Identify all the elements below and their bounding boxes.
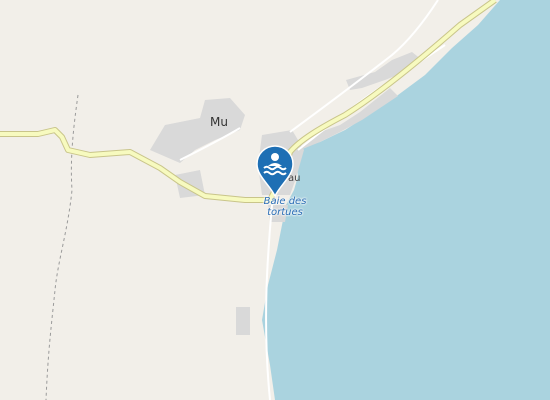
map-pin-icon — [256, 145, 294, 198]
beach-marker[interactable] — [254, 144, 296, 198]
poi-label[interactable]: Baie des tortues — [262, 196, 308, 218]
village-label: Mu — [210, 115, 228, 129]
map-canvas[interactable]: Mu au Baie des tortues — [0, 0, 550, 400]
